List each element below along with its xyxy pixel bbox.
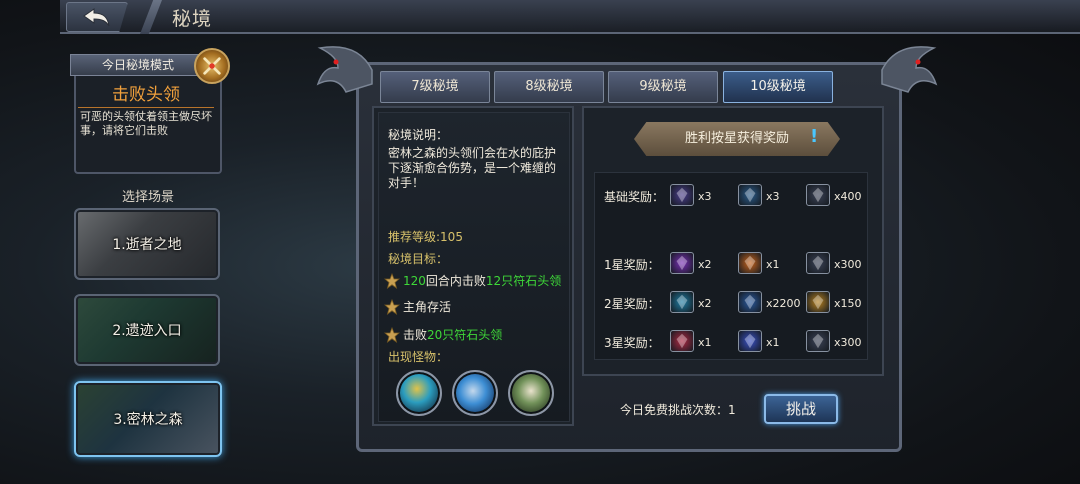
reward-quantity: x1 [698, 336, 712, 349]
reward-quantity: x3 [698, 190, 712, 203]
reward-quantity: x300 [834, 336, 862, 349]
goal-1-rounds: 120 [403, 273, 426, 288]
gold-coin-icon[interactable] [806, 291, 830, 313]
challenge-button[interactable]: 挑战 [764, 394, 838, 424]
scene-select-label: 选择场景 [121, 190, 174, 205]
tab-level-8[interactable]: 8级秘境 [494, 71, 604, 103]
monster-avatar-2[interactable] [452, 370, 498, 416]
goal-1-text: 回合内击败 [425, 274, 486, 288]
reward-quantity: x400 [834, 190, 862, 203]
dragon-ornament-icon [881, 46, 938, 93]
scene-card-2[interactable]: 2.遗迹入口 [74, 294, 220, 366]
red-gem-icon[interactable] [670, 330, 694, 352]
top-bar [60, 0, 1080, 34]
goal-3-target: 20只符石头领 [427, 328, 503, 342]
purple-gem-icon[interactable] [670, 252, 694, 274]
blue-rune-coin-icon[interactable] [738, 291, 762, 313]
goal-1: 120 回合内击败 12只符石头领 [384, 272, 561, 289]
goal-1-target: 12只符石头领 [485, 274, 562, 288]
info-exclamation-icon[interactable]: ! [810, 126, 818, 147]
reward-quantity: x150 [834, 297, 862, 310]
reward-quantity: x2 [698, 297, 712, 310]
reward-quantity: x3 [766, 190, 780, 203]
recommended-level: 推荐等级:105 [388, 230, 463, 244]
crossed-swords-icon [194, 48, 230, 84]
reward-quantity: x300 [834, 258, 862, 271]
rune-chip-cyan-icon[interactable] [738, 184, 762, 206]
scene-label-3: 3.密林之森 [113, 412, 183, 428]
tab-level-7[interactable]: 7级秘境 [380, 71, 490, 103]
rune-chip-blue-icon[interactable] [670, 184, 694, 206]
blue-crystal-icon[interactable] [738, 330, 762, 352]
star-icon [384, 272, 400, 289]
star-icon [384, 326, 400, 343]
scroll-icon[interactable] [806, 252, 830, 274]
description-title: 秘境说明： [388, 128, 449, 142]
star-icon [384, 298, 400, 315]
reward-quantity: x1 [766, 336, 780, 349]
goal-2-text: 主角存活 [403, 300, 452, 314]
scene-card-1[interactable]: 1.逝者之地 [74, 208, 220, 280]
reward-row-label: 3星奖励： [604, 336, 660, 350]
goal-3-text: 击败 [403, 328, 428, 342]
mode-name: 击败头领 [78, 80, 214, 108]
scroll-icon[interactable] [806, 330, 830, 352]
monster-avatar-3[interactable] [508, 370, 554, 416]
orange-gem-icon[interactable] [738, 252, 762, 274]
reward-row-label: 基础奖励： [604, 190, 665, 204]
description-body: 密林之森的头领们会在水的庇护下逐渐愈合伤势，是一个难缠的对手！ [388, 146, 557, 190]
mode-description: 可恶的头领仗着领主做尽坏事，请将它们击败 [80, 110, 212, 137]
monster-title: 出现怪物： [388, 350, 449, 364]
back-arrow-icon [83, 8, 110, 27]
back-button[interactable] [66, 2, 128, 32]
tab-level-9[interactable]: 9级秘境 [608, 71, 718, 103]
monster-avatar-1[interactable] [396, 370, 442, 416]
dragon-ornament-icon [316, 46, 373, 93]
reward-row-label: 2星奖励： [604, 297, 660, 311]
goal-title: 秘境目标： [388, 252, 449, 266]
scene-label-2: 2.遗迹入口 [112, 323, 182, 339]
teal-gem-icon[interactable] [670, 291, 694, 313]
reward-quantity: x2200 [766, 297, 801, 310]
tab-level-10[interactable]: 10级秘境 [723, 71, 833, 103]
reward-quantity: x2 [698, 258, 712, 271]
scene-label-1: 1.逝者之地 [112, 237, 182, 253]
reward-row-label: 1星奖励： [604, 258, 660, 272]
scene-card-3-selected[interactable]: 3.密林之森 [74, 381, 222, 457]
free-challenges-label: 今日免费挑战次数：1 [620, 403, 736, 417]
scroll-icon[interactable] [806, 184, 830, 206]
goal-2: 主角存活 [384, 298, 451, 315]
page-title: 秘境 [172, 8, 213, 30]
goal-3: 击败 20只符石头领 [384, 326, 502, 343]
reward-quantity: x1 [766, 258, 780, 271]
